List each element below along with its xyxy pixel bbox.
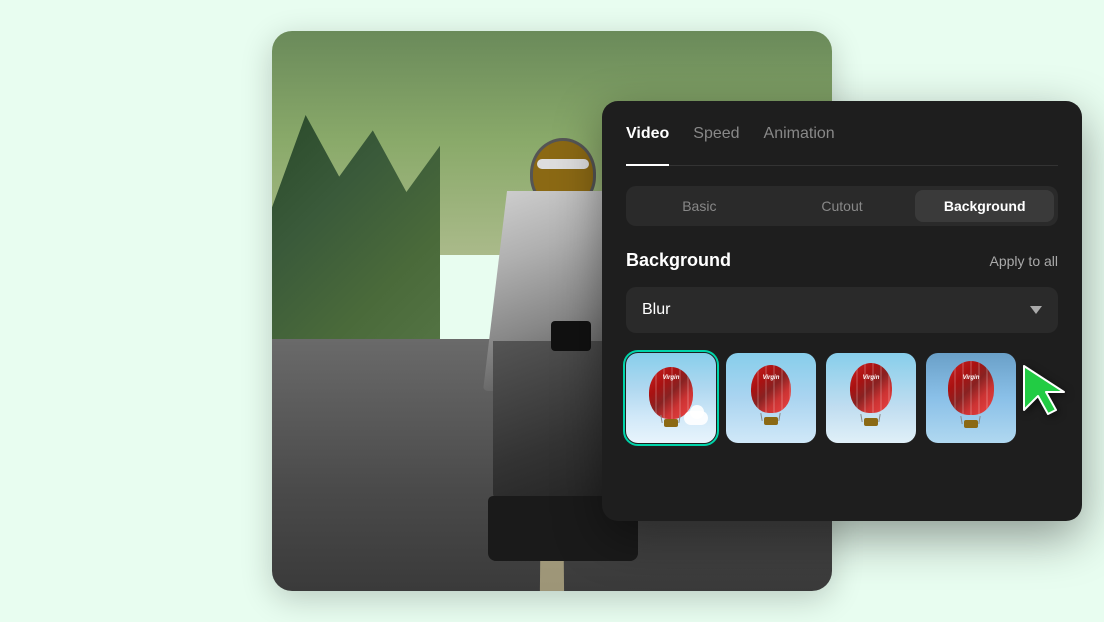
balloon-stripe-3 bbox=[850, 363, 892, 413]
apply-to-all-link[interactable]: Apply to all bbox=[990, 253, 1058, 269]
thumbnail-2[interactable]: Virgin bbox=[726, 353, 816, 443]
thumbnails-row: Virgin Virgin bbox=[626, 353, 1058, 443]
balloon-logo-3: Virgin bbox=[863, 375, 880, 381]
balloon-rope-left-3 bbox=[860, 414, 862, 422]
balloon-cloud-1 bbox=[684, 411, 708, 425]
balloon-stripe-2 bbox=[751, 365, 791, 413]
sub-tab-basic[interactable]: Basic bbox=[630, 190, 769, 222]
person-sunglasses bbox=[537, 159, 589, 169]
balloon-rope-right-3 bbox=[878, 414, 880, 422]
thumbnail-1[interactable]: Virgin bbox=[626, 353, 716, 443]
blur-dropdown[interactable]: Blur bbox=[626, 287, 1058, 333]
thumbnail-4[interactable]: Virgin bbox=[926, 353, 1016, 443]
chevron-down-icon bbox=[1030, 306, 1042, 314]
balloon-rope-left-2 bbox=[760, 413, 762, 421]
person-camera bbox=[551, 321, 591, 351]
balloon-stripe-4 bbox=[948, 361, 994, 415]
balloon-thumb-2: Virgin bbox=[726, 353, 816, 443]
tab-speed[interactable]: Speed bbox=[693, 125, 739, 153]
sub-tab-background[interactable]: Background bbox=[915, 190, 1054, 222]
tab-animation[interactable]: Animation bbox=[764, 125, 835, 153]
balloon-thumb-3: Virgin bbox=[826, 353, 916, 443]
balloon-thumb-1: Virgin bbox=[626, 353, 716, 443]
balloon-basket-1 bbox=[664, 419, 678, 427]
cursor-arrow bbox=[1016, 358, 1076, 423]
section-title: Background bbox=[626, 250, 731, 271]
balloon-logo-2: Virgin bbox=[763, 375, 780, 381]
tab-video[interactable]: Video bbox=[626, 125, 669, 153]
balloon-rope-right-4 bbox=[978, 416, 980, 424]
sub-tabs: Basic Cutout Background bbox=[626, 186, 1058, 226]
balloon-rope-left-4 bbox=[960, 416, 962, 424]
section-header: Background Apply to all bbox=[626, 250, 1058, 271]
balloon-logo-1: Virgin bbox=[663, 375, 680, 381]
settings-panel: Video Speed Animation Basic Cutout Backg… bbox=[602, 101, 1082, 521]
balloon-logo-4: Virgin bbox=[963, 375, 980, 381]
main-tabs: Video Speed Animation bbox=[626, 125, 1058, 166]
main-container: Video Speed Animation Basic Cutout Backg… bbox=[22, 21, 1082, 601]
thumbnail-3[interactable]: Virgin bbox=[826, 353, 916, 443]
sub-tab-cutout[interactable]: Cutout bbox=[773, 190, 912, 222]
balloon-basket-3 bbox=[864, 418, 878, 426]
balloon-rope-right-1 bbox=[678, 415, 680, 423]
balloon-rope-right-2 bbox=[778, 413, 780, 421]
balloon-thumb-4: Virgin bbox=[926, 353, 1016, 443]
balloon-basket-4 bbox=[964, 420, 978, 428]
balloon-basket-2 bbox=[764, 417, 778, 425]
dropdown-value: Blur bbox=[642, 301, 670, 319]
